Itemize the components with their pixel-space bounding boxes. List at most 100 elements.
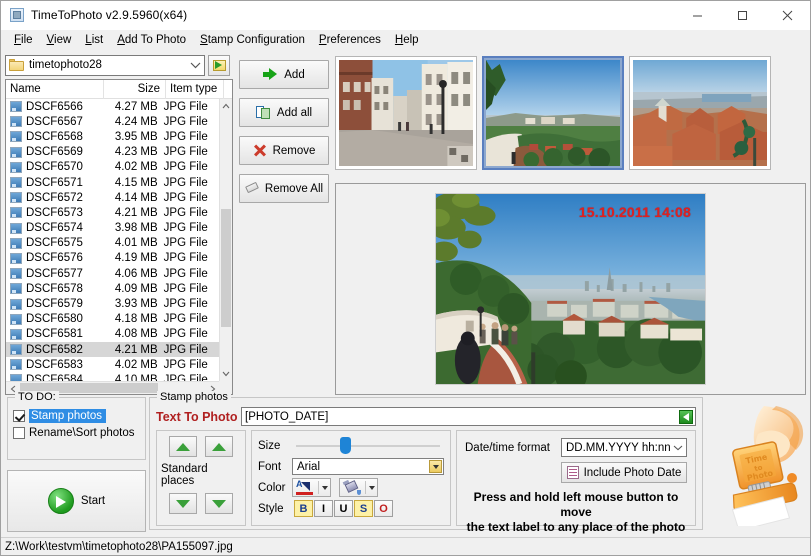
file-size: 4.01 MB [104,237,163,249]
menu-help[interactable]: Help [388,31,426,49]
place-top-left-button[interactable] [169,436,197,457]
vertical-scroll-thumb[interactable] [221,209,231,327]
style-button-b[interactable]: B [294,500,313,517]
thumbnail-street[interactable] [335,56,477,170]
menu-file[interactable]: File [7,31,40,49]
file-type: JPG File [164,237,219,249]
jpg-file-icon [10,162,22,173]
file-size: 4.19 MB [104,252,163,264]
menu-stamp-configuration[interactable]: Stamp Configuration [193,31,312,49]
thumbnail-rooftops[interactable] [629,56,771,170]
table-row[interactable]: DSCF65743.98 MBJPG File [6,221,219,236]
table-row[interactable]: DSCF65754.01 MBJPG File [6,236,219,251]
paint-bucket-icon [342,480,362,495]
table-row[interactable]: DSCF65724.14 MBJPG File [6,190,219,205]
thumbnail-panorama[interactable] [482,56,624,170]
chevron-down-icon[interactable] [322,486,328,490]
jpg-file-icon [10,344,22,355]
preview-photo[interactable]: 15.10.2011 14:08 [435,193,706,385]
place-top-right-button[interactable] [205,436,233,457]
font-color-button[interactable]: A [292,478,331,497]
refresh-folder-button[interactable] [208,55,230,76]
table-row[interactable]: DSCF65704.02 MBJPG File [6,160,219,175]
file-type: JPG File [164,192,219,204]
column-header-size[interactable]: Size [104,80,166,99]
table-row[interactable]: DSCF65834.02 MBJPG File [6,357,219,372]
jpg-file-icon [10,131,22,142]
maximize-button[interactable] [720,1,765,30]
style-button-u[interactable]: U [334,500,353,517]
include-photo-date-button[interactable]: Include Photo Date [561,462,687,483]
photo-date-stamp[interactable]: 15.10.2011 14:08 [579,204,691,220]
minimize-button[interactable] [675,1,720,30]
file-size: 3.95 MB [104,131,163,143]
style-button-i[interactable]: I [314,500,333,517]
table-row[interactable]: DSCF65824.21 MBJPG File [6,342,219,357]
datetime-format-combobox[interactable]: DD.MM.YYYY hh:nn [561,438,687,457]
table-row[interactable]: DSCF65734.21 MBJPG File [6,205,219,220]
file-type: JPG File [164,283,219,295]
folder-combobox[interactable]: timetophoto28 [5,55,205,76]
close-button[interactable] [765,1,810,30]
file-size: 4.15 MB [104,177,163,189]
insert-arrow-icon[interactable] [679,410,693,424]
size-slider[interactable] [292,437,444,455]
table-row[interactable]: DSCF65774.06 MBJPG File [6,266,219,281]
menu-list[interactable]: List [78,31,110,49]
stamp-photos-checkbox[interactable] [13,410,25,422]
table-row[interactable]: DSCF65694.23 MBJPG File [6,145,219,160]
place-bottom-left-button[interactable] [169,493,197,514]
chevron-down-icon[interactable] [429,460,442,473]
table-row[interactable]: DSCF65804.18 MBJPG File [6,312,219,327]
table-row[interactable]: DSCF65764.19 MBJPG File [6,251,219,266]
todo-item-rename-sort-photos[interactable]: Rename\Sort photos [13,425,140,441]
status-bar: Z:\Work\testvm\timetophoto28\PA155097.jp… [1,537,810,555]
table-row[interactable]: DSCF65793.93 MBJPG File [6,296,219,311]
file-type: JPG File [164,252,219,264]
bottom-area: TO DO: Stamp photos Rename\Sort photos S… [1,395,810,537]
file-list[interactable]: Name Size Item type DSCF65664.27 MBJPG F… [5,79,233,395]
file-name: DSCF6567 [26,116,104,128]
file-size: 4.08 MB [104,328,163,340]
table-row[interactable]: DSCF65664.27 MBJPG File [6,99,219,114]
style-buttons: BIUSO [294,500,393,517]
chevron-down-icon[interactable] [187,56,204,75]
style-button-s[interactable]: S [354,500,373,517]
file-type: JPG File [164,328,219,340]
file-type: JPG File [164,101,219,113]
start-button[interactable]: Start [7,470,146,532]
add-button[interactable]: Add [239,60,329,89]
chevron-down-icon[interactable] [369,486,375,490]
file-list-vertical-scrollbar[interactable] [219,99,232,381]
scroll-down-icon[interactable] [220,368,231,380]
fill-color-button[interactable] [339,478,378,497]
chevron-down-icon[interactable] [669,439,686,456]
menu-add-to-photo[interactable]: Add To Photo [110,31,193,49]
standard-places-label: Standard places [161,463,241,487]
font-combobox[interactable]: Arial [292,458,444,475]
rename-sort-photos-checkbox[interactable] [13,427,25,439]
table-row[interactable]: DSCF65814.08 MBJPG File [6,327,219,342]
remove-button[interactable]: Remove [239,136,329,165]
file-name: DSCF6572 [26,192,104,204]
table-row[interactable]: DSCF65674.24 MBJPG File [6,114,219,129]
scroll-up-icon[interactable] [220,99,232,112]
file-name: DSCF6580 [26,313,104,325]
menu-preferences[interactable]: Preferences [312,31,388,49]
place-bottom-right-button[interactable] [205,493,233,514]
table-row[interactable]: DSCF65714.15 MBJPG File [6,175,219,190]
file-name: DSCF6571 [26,177,104,189]
menu-view[interactable]: View [40,31,79,49]
file-type: JPG File [164,116,219,128]
preview-pane[interactable]: 15.10.2011 14:08 [335,183,806,395]
add-all-button[interactable]: Add all [239,98,329,127]
column-header-name[interactable]: Name [6,80,104,99]
remove-all-button[interactable]: Remove All [239,174,329,203]
table-row[interactable]: DSCF65683.95 MBJPG File [6,129,219,144]
todo-item-stamp-photos[interactable]: Stamp photos [13,408,140,424]
size-slider-thumb[interactable] [340,437,351,454]
table-row[interactable]: DSCF65784.09 MBJPG File [6,281,219,296]
text-to-photo-input[interactable]: [PHOTO_DATE] [241,407,696,426]
column-header-item-type[interactable]: Item type [166,80,224,99]
style-button-o[interactable]: O [374,500,393,517]
